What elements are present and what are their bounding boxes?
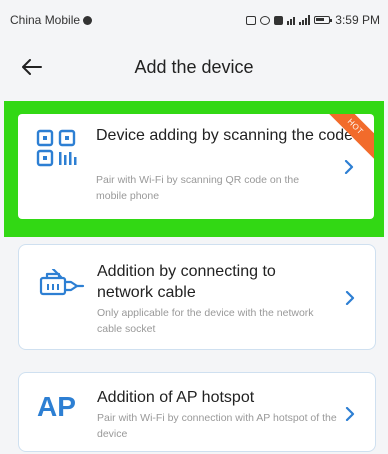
option-scan-code[interactable]: Device adding by scanning the code Pair … xyxy=(18,114,374,219)
status-time: 3:59 PM xyxy=(335,13,380,27)
option-description: Pair with Wi-Fi by connection with AP ho… xyxy=(97,412,337,440)
status-bar: China Mobile 3:59 PM xyxy=(0,0,388,40)
carrier: China Mobile xyxy=(10,13,93,27)
page-title: Add the device xyxy=(134,56,254,77)
battery-icon xyxy=(314,16,333,24)
notification-icon xyxy=(246,15,257,25)
option-title: Device adding by scanning the code xyxy=(96,127,354,144)
back-button[interactable] xyxy=(18,53,46,81)
header: Add the device xyxy=(0,44,388,90)
status-icons xyxy=(246,15,333,25)
status-right: 3:59 PM xyxy=(246,13,380,27)
wifi-icon xyxy=(287,15,296,25)
carrier-name: China Mobile xyxy=(10,13,81,27)
chevron-right-icon[interactable] xyxy=(339,287,361,309)
option-description: Pair with Wi-Fi by scanning QR code on t… xyxy=(96,174,300,202)
option-network-cable[interactable]: Addition by connecting to network cable … xyxy=(18,244,376,350)
ap-hotspot-icon: AP xyxy=(37,391,76,422)
chevron-right-icon[interactable] xyxy=(339,403,361,425)
option-description: Only applicable for the device with the … xyxy=(97,307,314,335)
alarm-icon xyxy=(260,15,271,25)
option-title: Addition of AP hotspot xyxy=(97,389,255,406)
signal-icon xyxy=(299,15,311,25)
network-cable-icon xyxy=(39,269,85,296)
carrier-badge-icon xyxy=(83,15,93,25)
qr-code-icon xyxy=(36,129,77,167)
nfc-icon xyxy=(274,15,284,25)
chevron-right-icon[interactable] xyxy=(338,156,360,178)
option-ap-hotspot[interactable]: AP Addition of AP hotspot Pair with Wi-F… xyxy=(18,372,376,452)
back-arrow-icon xyxy=(22,59,42,75)
option-title: Addition by connecting to network cable xyxy=(97,263,276,301)
